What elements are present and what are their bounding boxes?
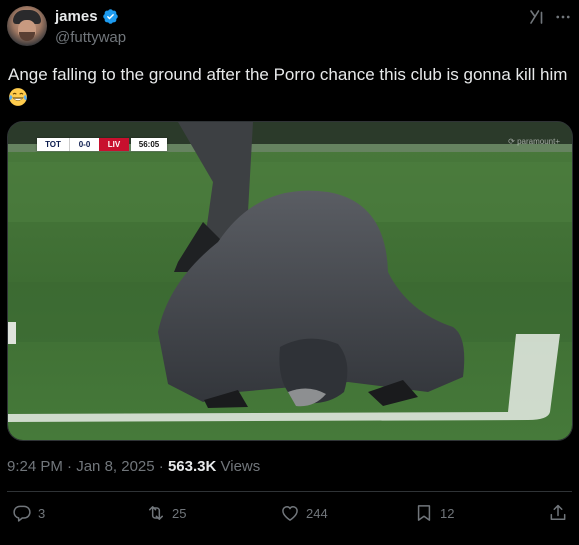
share-icon [550,504,566,520]
reply-icon [13,505,31,522]
tweet-card: james @futtywap Ange falling to the grou… [0,0,579,545]
scoreboard-home-team: TOT [37,138,69,151]
meta-separator-2: · [158,458,164,475]
like-count: 244 [306,505,328,521]
grok-icon[interactable] [528,8,546,26]
scoreboard: TOT 0-0 LIV 56:05 [37,138,167,151]
meta-separator: · [67,458,73,475]
views-label: Views [220,458,261,475]
tweet-text-body: Ange falling to the ground after the Por… [8,65,568,84]
repost-count: 25 [172,505,187,521]
reply-count: 3 [38,505,46,521]
verified-badge-icon [102,9,118,24]
tweet-time[interactable]: 9:24 PM [7,458,63,475]
bookmark-icon [417,505,431,521]
retweet-icon [149,506,163,520]
like-button[interactable]: 244 [280,503,328,523]
scoreboard-score: 0-0 [69,138,99,151]
scoreboard-away-team: LIV [99,138,129,151]
tweet-text: Ange falling to the ground after the Por… [8,63,568,109]
tweet-meta: 9:24 PM · Jan 8, 2025 · 563.3K Views [7,458,260,475]
tweet-date[interactable]: Jan 8, 2025 [76,458,154,475]
views-count: 563.3K [167,458,217,475]
share-button[interactable] [548,503,568,523]
reply-button[interactable]: 3 [12,503,45,523]
broadcaster-watermark: ⟳ paramount+ [508,137,560,146]
repost-button[interactable]: 25 [146,503,186,523]
author-handle[interactable]: @futtywap [55,29,126,46]
author-display-name[interactable]: james [55,8,98,25]
bookmark-count: 12 [440,505,455,521]
divider [7,491,572,492]
bookmark-button[interactable]: 12 [414,503,454,523]
face-with-tears-of-joy-icon [9,88,27,106]
like-icon [282,506,298,521]
video-frame [8,122,572,440]
avatar[interactable] [7,6,47,46]
scoreboard-clock: 56:05 [131,138,167,151]
tweet-media-video[interactable]: TOT 0-0 LIV 56:05 ⟳ paramount+ [7,121,573,441]
action-bar: 3 25 244 12 [0,503,579,531]
more-icon[interactable] [554,8,572,26]
author-name-row: james [55,8,119,25]
